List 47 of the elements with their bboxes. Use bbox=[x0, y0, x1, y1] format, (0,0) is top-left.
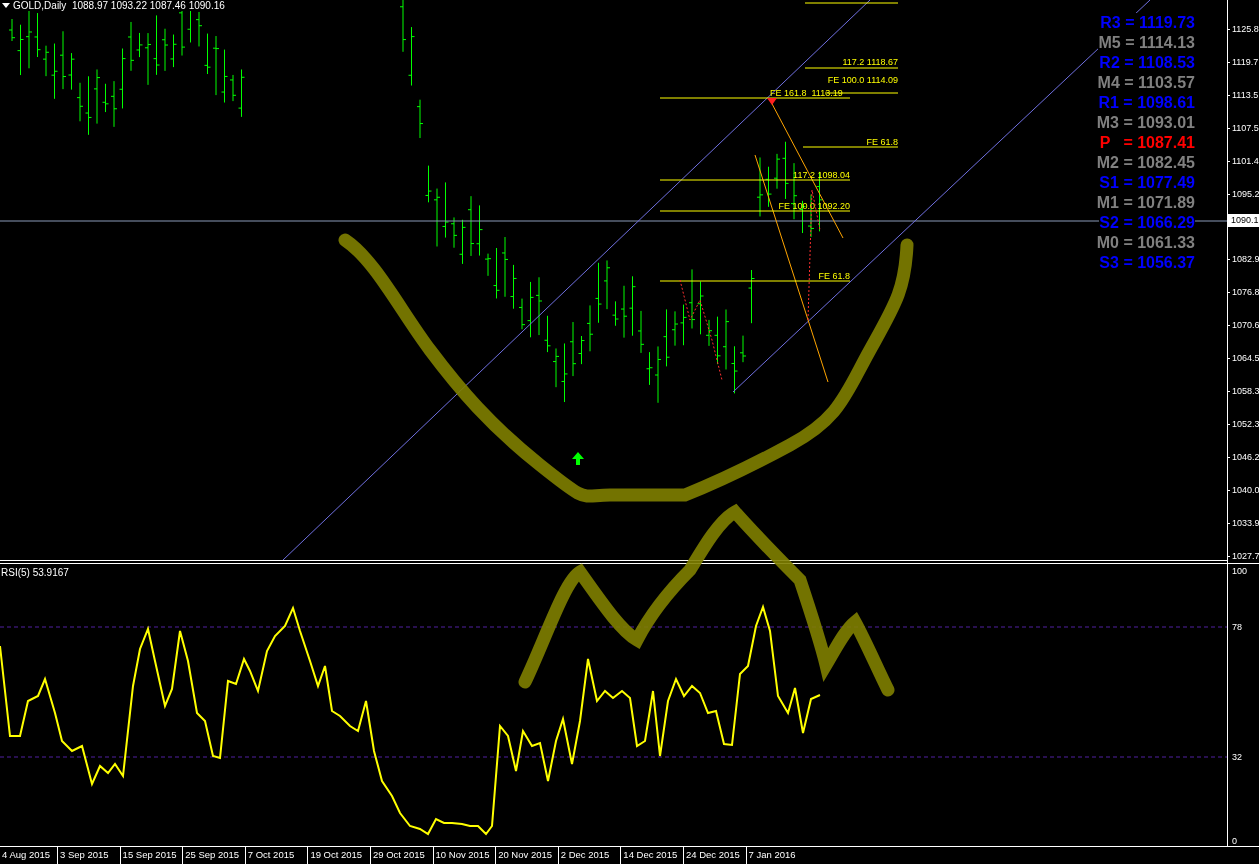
axis-label: 1040.0 bbox=[1228, 483, 1259, 497]
axis-label: 1052.3 bbox=[1228, 417, 1259, 431]
axis-label: 1064.5 bbox=[1228, 351, 1259, 365]
level-label: 117.2 1118.67 bbox=[842, 57, 898, 67]
date-label: 14 Dec 2015 bbox=[620, 847, 683, 864]
date-label: 3 Sep 2015 bbox=[57, 847, 120, 864]
axis-label: 1101.4 bbox=[1228, 154, 1259, 168]
price-bar bbox=[416, 99, 424, 139]
current-price-label: 1090.1 bbox=[1228, 214, 1259, 227]
axis-label: 1113.5 bbox=[1228, 88, 1259, 102]
level-label: FE 61.8 bbox=[818, 271, 850, 281]
date-label: 15 Sep 2015 bbox=[119, 847, 183, 864]
axis-label: 78 bbox=[1231, 621, 1243, 633]
marker-icon bbox=[767, 98, 777, 105]
level-label: FE 61.8 bbox=[866, 137, 898, 147]
date-label: 10 Nov 2015 bbox=[432, 847, 496, 864]
indicator-title: RSI(5) 53.9167 bbox=[1, 567, 69, 578]
axis-label: 1046.2 bbox=[1228, 450, 1259, 464]
axis-label: 100 bbox=[1231, 565, 1249, 577]
axis-label: 1095.2 bbox=[1228, 187, 1259, 201]
date-label: 7 Jan 2016 bbox=[745, 847, 809, 864]
axis-label: 1107.5 bbox=[1228, 121, 1259, 135]
axis-label: 1027.7 bbox=[1228, 549, 1259, 563]
axis-label: 0 bbox=[1231, 835, 1238, 847]
axis-label: 1070.6 bbox=[1228, 318, 1259, 332]
level-label: FE 100.0 1114.09 bbox=[827, 75, 898, 85]
axis-label: 1033.9 bbox=[1228, 516, 1259, 530]
date-label: 4 Aug 2015 bbox=[1, 848, 52, 862]
date-label: 25 Sep 2015 bbox=[182, 847, 245, 864]
dropdown-triangle-icon[interactable] bbox=[2, 3, 10, 8]
axis-label: 1125.8 bbox=[1228, 22, 1259, 36]
axis-label: 1082.9 bbox=[1228, 252, 1259, 266]
date-label: 2 Dec 2015 bbox=[557, 847, 621, 864]
date-label: 7 Oct 2015 bbox=[244, 847, 308, 864]
price-bar bbox=[748, 269, 755, 324]
level-label: FE 161.8 1113.19 bbox=[770, 88, 843, 98]
up-arrow-icon bbox=[572, 452, 584, 465]
axis-label: 1076.8 bbox=[1228, 285, 1259, 299]
date-label: 20 Nov 2015 bbox=[495, 847, 558, 864]
date-label: 19 Oct 2015 bbox=[307, 847, 370, 864]
date-label: 29 Oct 2015 bbox=[369, 847, 433, 864]
date-label: 24 Dec 2015 bbox=[682, 847, 746, 864]
axis-label: 1119.7 bbox=[1228, 55, 1259, 69]
axis-label: 32 bbox=[1231, 751, 1243, 763]
pivot-level: R3 = 1119.73 bbox=[1100, 13, 1195, 33]
axis-label: 1058.3 bbox=[1228, 384, 1259, 398]
chart-title: GOLD,Daily 1088.97 1093.22 1087.46 1090.16 bbox=[13, 0, 225, 11]
